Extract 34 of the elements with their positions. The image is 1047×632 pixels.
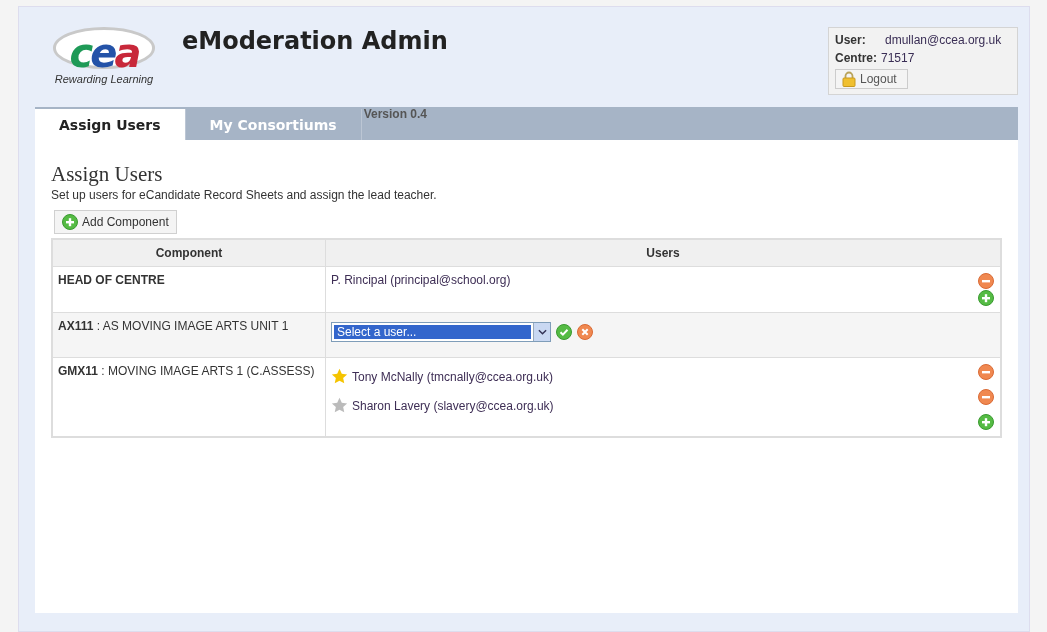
column-header: Component bbox=[52, 239, 326, 267]
logo-letter: e bbox=[90, 30, 115, 76]
user-label: User: bbox=[835, 33, 867, 47]
caret-icon[interactable] bbox=[533, 323, 550, 341]
logout-button[interactable]: Logout bbox=[835, 69, 908, 89]
add-component-button[interactable]: Add Component bbox=[54, 210, 177, 234]
padlock-icon bbox=[842, 71, 856, 87]
star-icon[interactable] bbox=[331, 397, 348, 414]
add-icon[interactable] bbox=[62, 214, 78, 230]
logo-letter: a bbox=[114, 30, 139, 76]
centre-number: 71517 bbox=[881, 51, 915, 65]
column-header: Users bbox=[325, 239, 1001, 267]
user-name: Tony McNally (tmcnally@ccea.org.uk) bbox=[352, 369, 553, 384]
page-description: Set up users for eCandidate Record Sheets and assign the lead teacher. bbox=[51, 188, 438, 202]
user-email: dmullan@ccea.org.uk bbox=[885, 33, 1002, 47]
centre-label: Centre: bbox=[835, 51, 877, 65]
user-name: P. Rincipal (principal@school.org) bbox=[331, 273, 511, 287]
cancel-icon[interactable] bbox=[577, 324, 593, 340]
remove-icon[interactable] bbox=[978, 364, 994, 380]
add-icon[interactable] bbox=[978, 290, 994, 306]
add-icon[interactable] bbox=[978, 414, 994, 430]
logo-letter: c bbox=[69, 30, 91, 76]
user-select[interactable]: Select a user... bbox=[331, 322, 551, 342]
remove-icon[interactable] bbox=[978, 389, 994, 405]
user-name: Sharon Lavery (slavery@ccea.org.uk) bbox=[352, 398, 554, 413]
tab[interactable]: Assign Users bbox=[35, 109, 186, 140]
confirm-icon[interactable] bbox=[556, 324, 572, 340]
remove-icon[interactable] bbox=[978, 273, 994, 289]
version-label: Version 0.4 bbox=[363, 107, 427, 121]
app-title: eModeration Admin bbox=[182, 27, 448, 55]
table-cell: AX111 : AS MOVING IMAGE ARTS UNIT 1 bbox=[52, 312, 326, 358]
star-icon[interactable] bbox=[331, 368, 348, 385]
page-heading: Assign Users bbox=[51, 162, 164, 187]
table-cell: HEAD OF CENTRE bbox=[52, 266, 326, 313]
